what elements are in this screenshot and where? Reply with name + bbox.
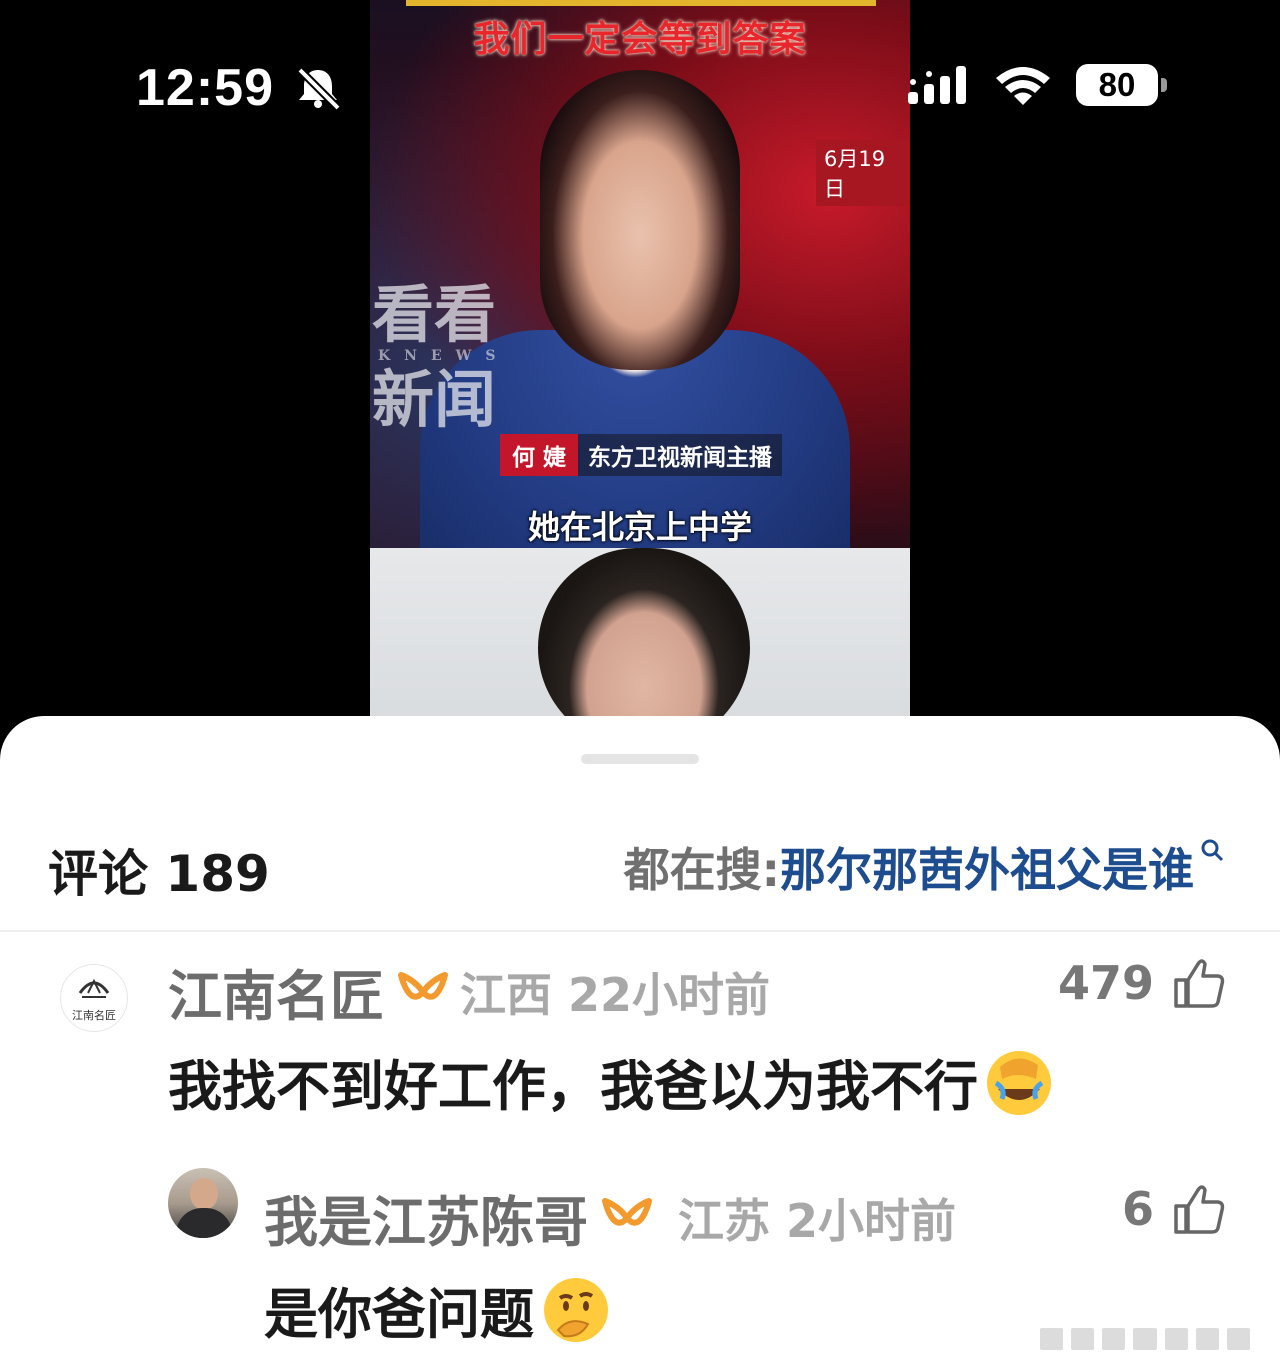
anchor-name: 何 婕 (500, 434, 579, 476)
avatar-face (190, 1178, 218, 1210)
sheet-drag-handle[interactable] (581, 754, 699, 764)
comments-count-header: 评论 189 (48, 845, 270, 903)
logo-icon (78, 978, 110, 998)
reply-body: 是你爸问题 (264, 1283, 534, 1346)
clock: 12:59 (136, 59, 274, 117)
trending-search-query[interactable]: 那尔那茜外祖父是谁 (780, 834, 1194, 900)
video-title: 我们一定会等到答案 (473, 19, 807, 60)
comment-location-time: 江西 22小时前 (460, 967, 771, 1022)
reply-username[interactable]: 我是江苏陈哥 (264, 1178, 588, 1257)
date-badge: 6月19日 (816, 140, 910, 206)
news-anchor-head (540, 70, 740, 370)
watermark-line1: 看看 (372, 278, 497, 351)
facepalm-emoji-icon (987, 1050, 1051, 1115)
channel-watermark: 看看 KNEWS 新闻 (372, 282, 509, 436)
reply-meta: 我是江苏陈哥 江苏 2小时前 (264, 1178, 956, 1257)
like-button[interactable]: 479 (1058, 956, 1226, 1010)
trending-search[interactable]: 都在搜: 那尔那茜外祖父是谁 (624, 834, 1224, 900)
battery-indicator: 80 (1076, 64, 1158, 106)
wifi-icon (996, 67, 1050, 105)
comments-sheet: 评论 189 都在搜: 那尔那茜外祖父是谁 江南名匠 江南名匠 江西 22小时前… (0, 716, 1280, 1368)
second-video-frame (370, 548, 910, 720)
reply-location-time: 江苏 2小时前 (678, 1193, 957, 1248)
video-top-strip (406, 0, 876, 6)
watermark-line2: 新闻 (372, 363, 497, 436)
watermark-knews: KNEWS (378, 348, 510, 364)
anchor-name-tag: 何 婕 东方卫视新闻主播 (500, 434, 783, 476)
comment-text: 我找不到好工作，我爸以为我不行 (168, 1042, 1054, 1121)
thumbs-up-icon (1174, 1185, 1225, 1234)
video-subtitle: 她在北京上中学 (527, 508, 752, 546)
bottom-toolbar-fragment (1040, 1328, 1250, 1350)
reply-text: 是你爸问题 (264, 1270, 612, 1349)
avatar-torso (176, 1208, 232, 1238)
battery-cap (1161, 78, 1167, 92)
like-count: 479 (1057, 956, 1154, 1010)
search-icon (1201, 839, 1224, 862)
trending-search-prefix: 都在搜: (623, 843, 780, 897)
avatar[interactable]: 江南名匠 (60, 964, 128, 1032)
comment-username[interactable]: 江南名匠 (168, 952, 384, 1031)
anchor-title: 东方卫视新闻主播 (578, 434, 783, 476)
thinking-emoji-icon (544, 1277, 608, 1342)
like-count: 6 (1121, 1182, 1154, 1236)
second-person-head (538, 548, 750, 720)
vip-badge-icon (602, 1197, 652, 1226)
header-divider (0, 930, 1280, 932)
video-player[interactable]: 我们一定会等到答案 6月19日 看看 KNEWS 新闻 何 婕 东方卫视新闻主播… (370, 0, 910, 720)
like-button[interactable]: 6 (1122, 1182, 1226, 1236)
comment-meta: 江南名匠 江西 22小时前 (168, 952, 770, 1031)
news-anchor-frame: 我们一定会等到答案 6月19日 看看 KNEWS 新闻 何 婕 东方卫视新闻主播… (370, 0, 910, 570)
thumbs-up-icon (1174, 959, 1225, 1008)
silent-bell-icon (297, 67, 341, 110)
cellular-signal-icon (908, 66, 966, 104)
avatar-logo-text: 江南名匠 (72, 1009, 116, 1022)
comment-body: 我找不到好工作，我爸以为我不行 (168, 1055, 978, 1118)
avatar[interactable] (168, 1168, 238, 1238)
vip-badge-icon (398, 971, 448, 1000)
